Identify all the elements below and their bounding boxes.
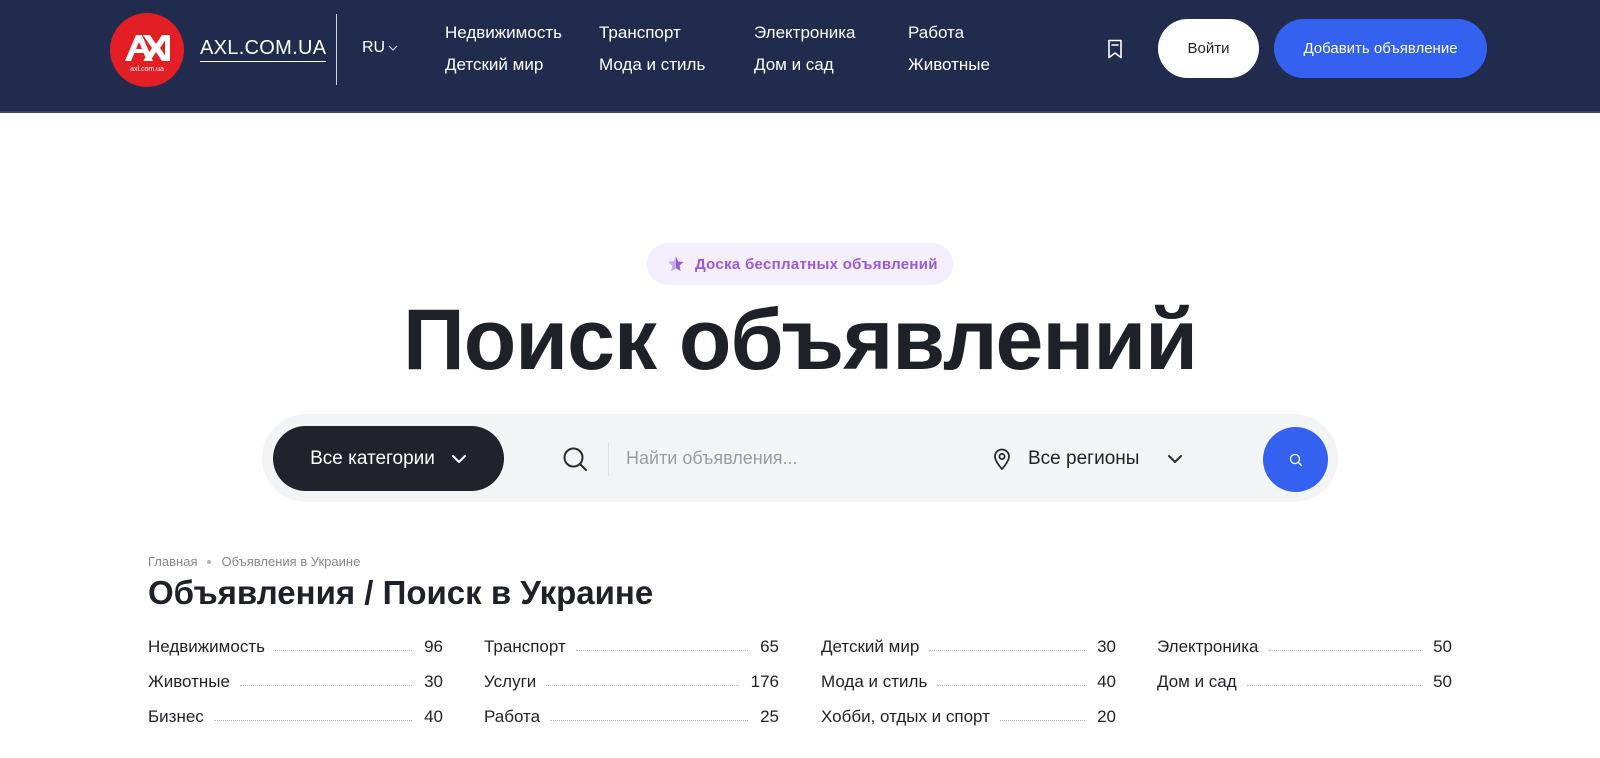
- logo-icon: [125, 35, 170, 61]
- category-name: Детский мир: [821, 637, 920, 656]
- category-count: 30: [1097, 637, 1116, 656]
- category-name: Услуги: [484, 672, 537, 691]
- category-count: 50: [1433, 672, 1452, 691]
- site-logo[interactable]: axl.com.ua: [110, 13, 184, 87]
- chevron-down-icon: [451, 454, 466, 463]
- nav-animals[interactable]: Животные: [908, 55, 990, 75]
- site-header: axl.com.ua AXL.COM.UA RU Недвижимость Де…: [0, 0, 1600, 113]
- hero-badge-text: Доска бесплатных объявлений: [695, 255, 938, 273]
- breadcrumb: Главная Объявления в Украине: [148, 554, 360, 569]
- nav-electronics[interactable]: Электроника: [754, 23, 856, 43]
- dot-leader: [274, 649, 413, 651]
- category-count: 25: [760, 707, 779, 726]
- category-name: Мода и стиль: [821, 672, 928, 691]
- bookmark-button[interactable]: [1104, 38, 1126, 60]
- search-divider: [608, 442, 609, 476]
- category-count: 65: [760, 637, 779, 656]
- location-pin-icon: [994, 448, 1010, 470]
- nav-fashion[interactable]: Мода и стиль: [599, 55, 705, 75]
- login-button[interactable]: Войти: [1158, 19, 1259, 78]
- page-title: Поиск объявлений: [402, 292, 1198, 388]
- hero-badge: Доска бесплатных объявлений: [647, 243, 953, 285]
- category-name: Электроника: [1157, 637, 1259, 656]
- category-count: 176: [750, 672, 779, 691]
- category-item[interactable]: Хобби, отдых и спорт 20: [821, 705, 1116, 729]
- category-name: Транспорт: [484, 637, 566, 656]
- header-divider: [336, 14, 337, 85]
- dot-leader: [937, 684, 1086, 686]
- bookmark-icon: [1108, 39, 1122, 59]
- breadcrumb-home[interactable]: Главная: [148, 554, 197, 569]
- category-count: 50: [1433, 637, 1452, 656]
- dot-leader: [213, 719, 413, 721]
- dot-leader: [239, 684, 413, 686]
- category-name: Работа: [484, 707, 541, 726]
- chevron-down-icon: [388, 45, 398, 51]
- dot-leader: [1268, 649, 1422, 651]
- star-icon: [668, 256, 684, 271]
- category-item[interactable]: Детский мир 30: [821, 635, 1116, 659]
- region-select[interactable]: Все регионы: [992, 442, 1183, 476]
- category-count: 96: [424, 637, 443, 656]
- search-icon: [562, 446, 588, 472]
- nav-home-garden[interactable]: Дом и сад: [754, 55, 834, 75]
- breadcrumb-current: Объявления в Украине: [221, 554, 361, 569]
- category-count: 20: [1097, 707, 1116, 726]
- add-listing-button[interactable]: Добавить объявление: [1274, 19, 1487, 78]
- language-selector[interactable]: RU: [362, 39, 398, 57]
- site-name-link[interactable]: AXL.COM.UA: [200, 37, 327, 62]
- category-item[interactable]: Дом и сад 50: [1157, 670, 1452, 694]
- search-icon: [1289, 453, 1302, 466]
- dot-leader: [1246, 684, 1422, 686]
- nav-real-estate[interactable]: Недвижимость: [445, 23, 562, 43]
- dot-leader: [999, 719, 1086, 721]
- category-count: 40: [1097, 672, 1116, 691]
- category-name: Животные: [148, 672, 230, 691]
- category-item[interactable]: Электроника 50: [1157, 635, 1452, 659]
- search-bar: Все категории Все регионы: [262, 414, 1338, 502]
- category-name: Дом и сад: [1157, 672, 1237, 691]
- chevron-down-icon: [1168, 455, 1183, 463]
- category-count: 40: [424, 707, 443, 726]
- category-item[interactable]: Мода и стиль 40: [821, 670, 1116, 694]
- category-name: Хобби, отдых и спорт: [821, 707, 990, 726]
- region-select-label: Все регионы: [1028, 448, 1140, 469]
- category-name: Недвижимость: [148, 637, 265, 656]
- section-title: Объявления / Поиск в Украине: [148, 574, 654, 611]
- search-input[interactable]: [626, 440, 966, 476]
- search-submit-button[interactable]: [1263, 427, 1328, 492]
- language-label: RU: [362, 39, 386, 56]
- category-item[interactable]: Бизнес 40: [148, 705, 443, 729]
- logo-caption: axl.com.ua: [130, 66, 164, 73]
- category-select-button[interactable]: Все категории: [273, 426, 504, 491]
- category-item[interactable]: Животные 30: [148, 670, 443, 694]
- category-item[interactable]: Услуги 176: [484, 670, 779, 694]
- breadcrumb-separator: [207, 559, 212, 564]
- dot-leader: [575, 649, 749, 651]
- nav-transport[interactable]: Транспорт: [599, 23, 681, 43]
- category-item[interactable]: Недвижимость 96: [148, 635, 443, 659]
- category-item[interactable]: Транспорт 65: [484, 635, 779, 659]
- category-select-label: Все категории: [310, 447, 435, 469]
- category-count: 30: [424, 672, 443, 691]
- nav-kids[interactable]: Детский мир: [445, 55, 543, 75]
- category-name: Бизнес: [148, 707, 204, 726]
- dot-leader: [929, 649, 1086, 651]
- nav-jobs[interactable]: Работа: [908, 23, 964, 43]
- category-item[interactable]: Работа 25: [484, 705, 779, 729]
- dot-leader: [550, 719, 749, 721]
- dot-leader: [546, 684, 739, 686]
